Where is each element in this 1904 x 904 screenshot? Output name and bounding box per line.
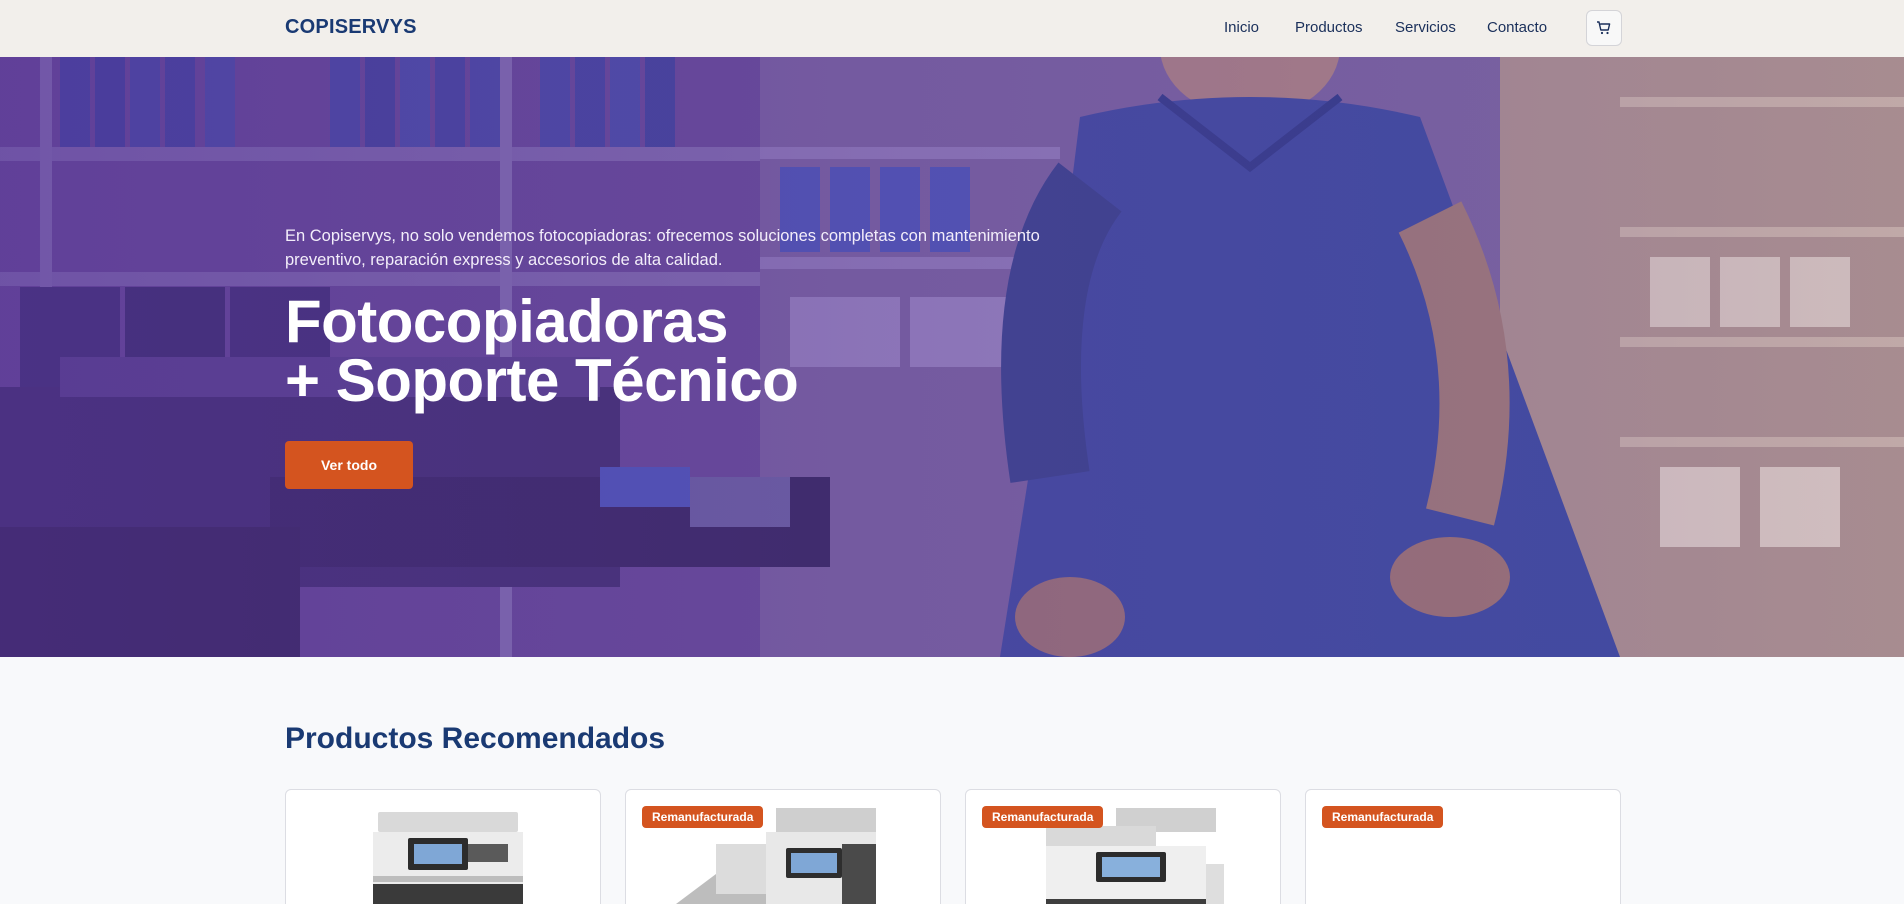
product-card[interactable]: Remanufacturada: [965, 789, 1281, 904]
hero-title: Fotocopiadoras + Soporte Técnico: [285, 288, 799, 414]
nav-productos[interactable]: Productos: [1295, 19, 1363, 36]
product-image: [373, 812, 523, 904]
status-badge: Remanufacturada: [1322, 806, 1444, 828]
site-header: COPISERVYS Inicio Productos Servicios Co…: [0, 0, 1904, 57]
product-card[interactable]: Remanufacturada: [625, 789, 941, 904]
product-card[interactable]: [285, 789, 601, 904]
hero-title-line-2: + Soporte Técnico: [285, 347, 799, 414]
products-section-title: Productos Recomendados: [285, 722, 666, 755]
hero-title-line-1: Fotocopiadoras: [285, 288, 729, 355]
nav-contacto[interactable]: Contacto: [1487, 19, 1547, 36]
hero-description: En Copiservys, no solo vendemos fotocopi…: [285, 227, 1040, 269]
logo[interactable]: COPISERVYS: [285, 16, 417, 39]
status-badge: Remanufacturada: [642, 806, 764, 828]
hero-banner: En Copiservys, no solo vendemos fotocopi…: [0, 57, 1904, 657]
cart-icon: [1597, 21, 1611, 35]
nav-inicio[interactable]: Inicio: [1224, 19, 1259, 36]
status-badge: Remanufacturada: [982, 806, 1104, 828]
product-image: [1306, 840, 1620, 904]
nav-servicios[interactable]: Servicios: [1395, 19, 1456, 36]
ver-todo-button[interactable]: Ver todo: [285, 441, 413, 489]
cart-button[interactable]: [1586, 10, 1622, 46]
product-card[interactable]: Remanufacturada: [1305, 789, 1621, 904]
